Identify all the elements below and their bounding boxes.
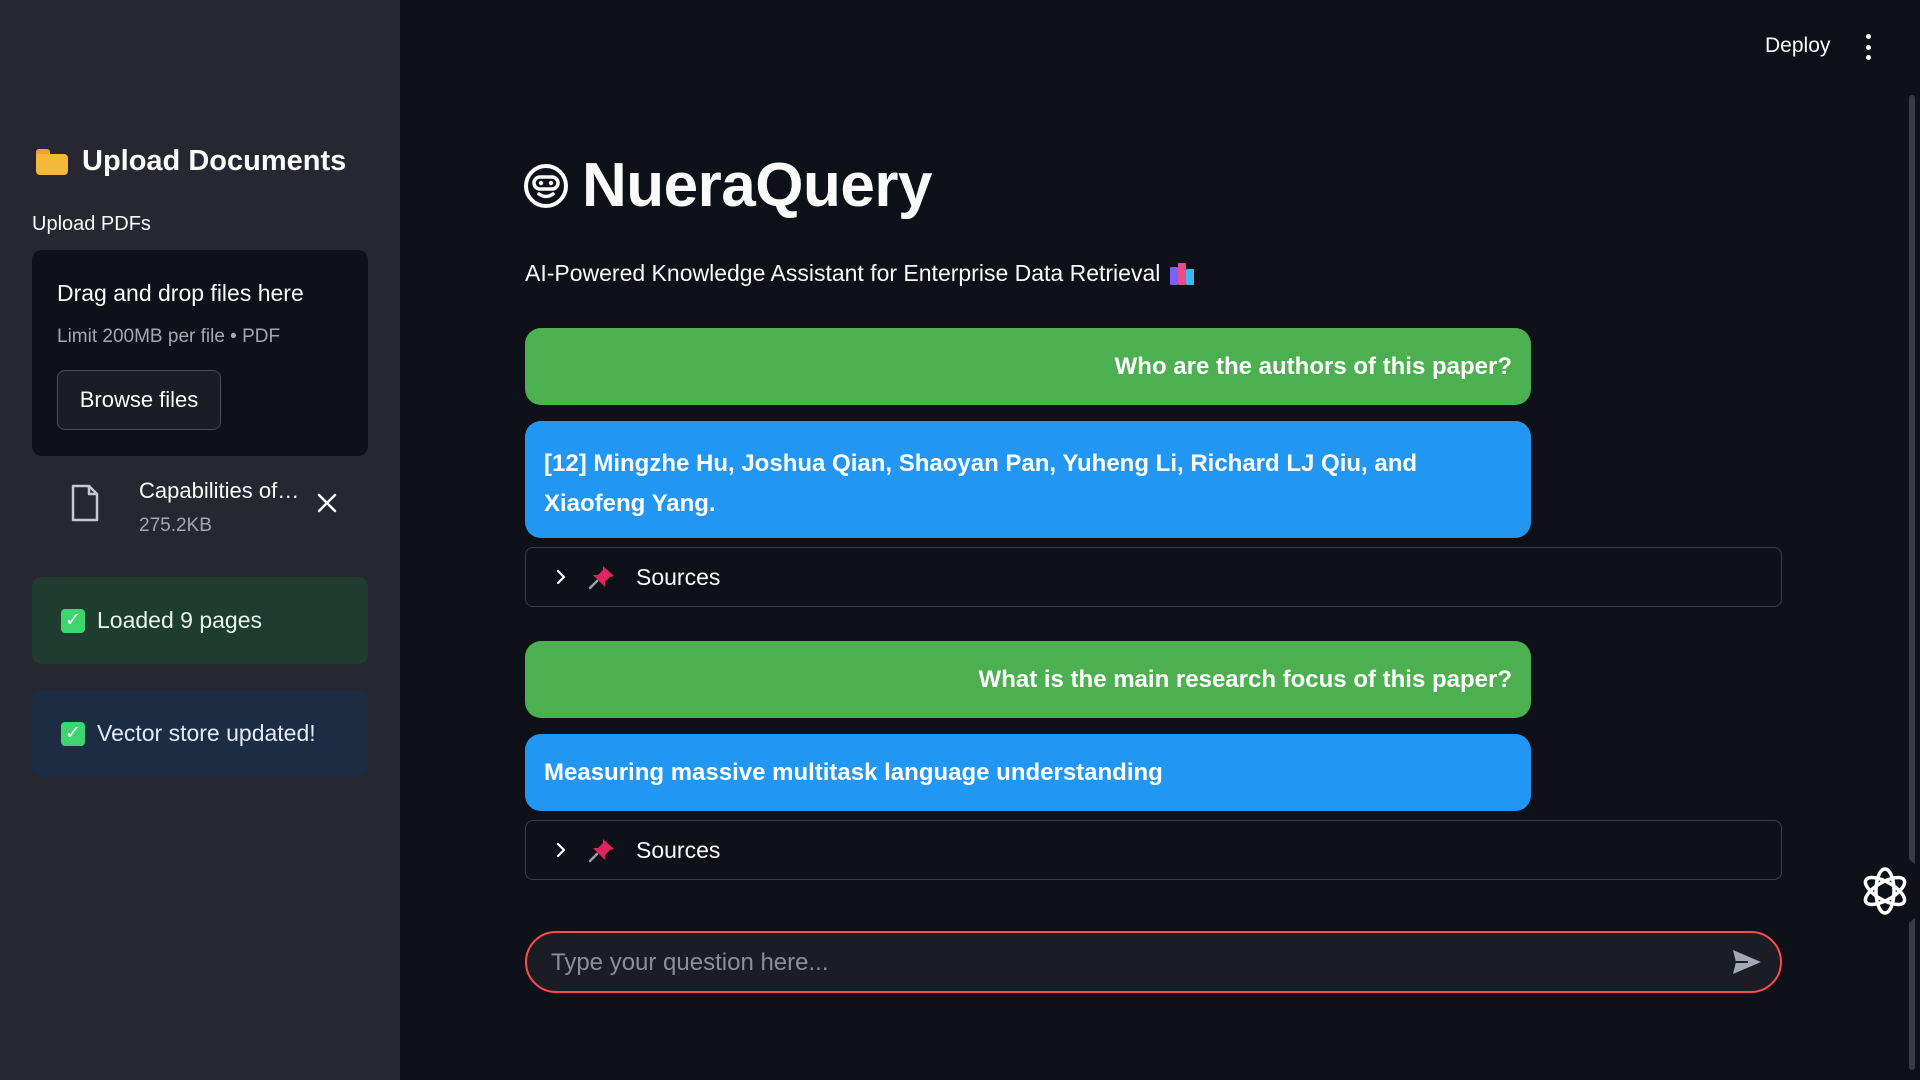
- folder-icon: [36, 148, 68, 175]
- file-size: 275.2KB: [139, 515, 212, 536]
- sidebar-header: Upload Documents: [36, 145, 346, 178]
- books-icon: [1170, 262, 1196, 285]
- user-message: Who are the authors of this paper?: [525, 328, 1531, 405]
- message-text: What is the main research focus of this …: [978, 665, 1512, 693]
- alert-vector-store: ✓ Vector store updated!: [32, 690, 368, 777]
- assistant-message: Measuring massive multitask language und…: [525, 734, 1531, 811]
- pushpin-icon: [588, 839, 614, 863]
- upload-label: Upload PDFs: [32, 213, 151, 235]
- file-name: Capabilities of…: [139, 478, 300, 503]
- alert-text: Loaded 9 pages: [97, 607, 262, 633]
- openai-logo-icon: [1863, 867, 1907, 915]
- message-text: Who are the authors of this paper?: [1114, 352, 1512, 380]
- send-icon[interactable]: [1732, 949, 1762, 975]
- kebab-menu-icon[interactable]: [1862, 34, 1874, 60]
- alert-loaded-pages: ✓ Loaded 9 pages: [32, 577, 368, 664]
- dropzone-limit: Limit 200MB per file • PDF: [57, 326, 281, 347]
- sidebar: Upload Documents Upload PDFs Drag and dr…: [0, 0, 400, 1080]
- pushpin-icon: [588, 566, 614, 590]
- browse-files-button[interactable]: Browse files: [57, 370, 221, 430]
- chevron-right-icon: [556, 843, 566, 857]
- check-icon: ✓: [61, 721, 85, 746]
- sources-expander[interactable]: Sources: [525, 820, 1782, 880]
- assistant-fab[interactable]: [1845, 851, 1920, 931]
- dropzone-title: Drag and drop files here: [57, 280, 304, 306]
- remove-file-icon[interactable]: [312, 488, 342, 518]
- user-message: What is the main research focus of this …: [525, 641, 1531, 718]
- message-text: [12] Mingzhe Hu, Joshua Qian, Shaoyan Pa…: [544, 450, 1418, 517]
- chat-input-container: [525, 931, 1782, 993]
- subtitle-text: AI-Powered Knowledge Assistant for Enter…: [525, 260, 1161, 286]
- sources-label: Sources: [636, 836, 721, 863]
- scrollbar[interactable]: [1909, 95, 1915, 1070]
- deploy-button[interactable]: Deploy: [1765, 34, 1830, 58]
- bot-face-icon: [524, 163, 568, 208]
- alert-text: Vector store updated!: [97, 720, 316, 746]
- check-icon: ✓: [61, 608, 85, 633]
- page-subtitle: AI-Powered Knowledge Assistant for Enter…: [525, 260, 1196, 287]
- chat-input[interactable]: [551, 941, 1691, 985]
- sidebar-header-title: Upload Documents: [82, 145, 347, 177]
- app-header: NueraQuery: [522, 150, 932, 221]
- chevron-right-icon: [556, 570, 566, 584]
- uploaded-file: Capabilities of… 275.2KB: [32, 470, 368, 540]
- message-text: Measuring massive multitask language und…: [544, 758, 1163, 786]
- file-icon: [71, 484, 99, 522]
- file-dropzone[interactable]: Drag and drop files here Limit 200MB per…: [32, 250, 368, 456]
- sources-label: Sources: [636, 563, 721, 590]
- assistant-message: [12] Mingzhe Hu, Joshua Qian, Shaoyan Pa…: [525, 421, 1531, 538]
- page-title: NueraQuery: [582, 151, 932, 220]
- sources-expander[interactable]: Sources: [525, 547, 1782, 607]
